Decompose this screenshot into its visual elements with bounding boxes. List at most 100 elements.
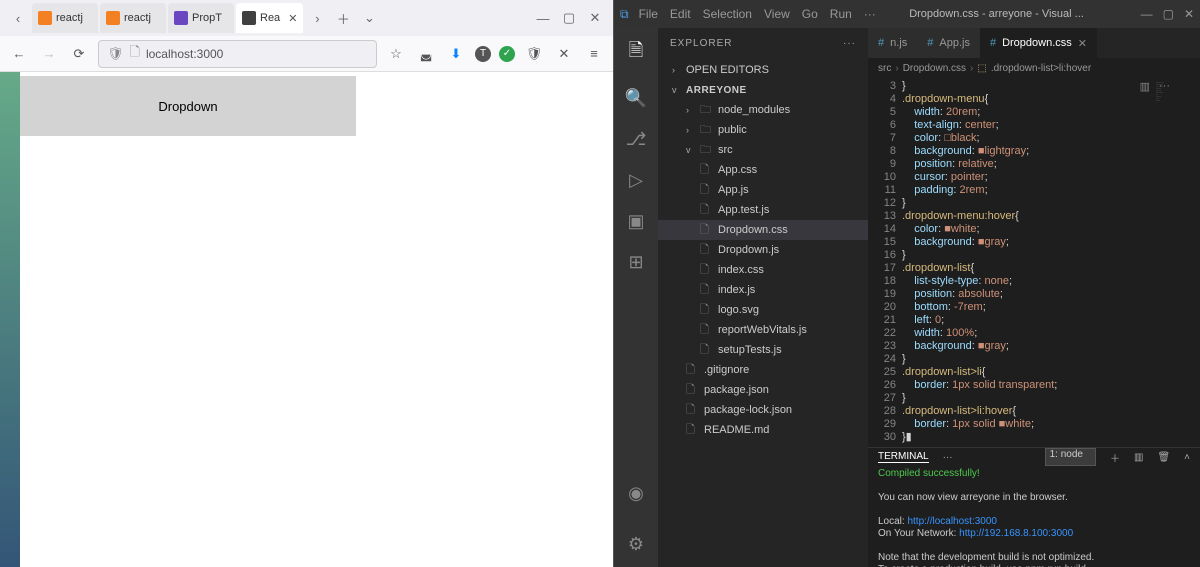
account-icon[interactable]: ◉ xyxy=(628,483,644,504)
menu-item[interactable]: ··· xyxy=(864,7,876,21)
new-tab-icon[interactable]: ＋ xyxy=(331,6,355,30)
terminal-output[interactable]: Compiled successfully! You can now view … xyxy=(868,466,1200,567)
menu-item[interactable]: View xyxy=(764,7,790,21)
window-title: Dropdown.css - arreyone - Visual ... xyxy=(909,8,1084,20)
reload-icon[interactable]: ⟳ xyxy=(68,43,90,65)
file-item[interactable]: 🗋setupTests.js xyxy=(658,340,868,360)
editor-column: #n.js#App.js#Dropdown.css✕ src› Dropdown… xyxy=(868,28,1200,567)
url-bar[interactable]: 🛡︎ 🗋 localhost:3000 xyxy=(98,40,377,68)
browser-toolbar: ← → ⟳ 🛡︎ 🗋 localhost:3000 ☆ ◛ ⬇ T ✓ 🛡 ✕ … xyxy=(0,36,613,72)
extension-icon[interactable]: 🛡 xyxy=(523,43,545,65)
folder-item[interactable]: v🗀src xyxy=(658,140,868,160)
pocket-icon[interactable]: ◛ xyxy=(415,43,437,65)
search-icon[interactable]: 🔍 xyxy=(625,88,647,109)
new-terminal-icon[interactable]: ＋ xyxy=(1110,450,1120,465)
browser-tab-active[interactable]: Rea ✕ xyxy=(236,3,303,33)
file-item[interactable]: 🗋App.test.js xyxy=(658,200,868,220)
editor-tab-strip: #n.js#App.js#Dropdown.css✕ xyxy=(868,28,1200,58)
menu-item[interactable]: Edit xyxy=(670,7,691,21)
code-content[interactable]: }.dropdown-menu{ width: 20rem; text-alig… xyxy=(902,78,1154,447)
tab-close-icon[interactable]: ✕ xyxy=(284,12,297,25)
vscode-menu-bar: File Edit Selection View Go Run ··· xyxy=(639,7,876,21)
folder-item[interactable]: ›🗀public xyxy=(658,120,868,140)
more-icon[interactable]: ··· xyxy=(943,452,953,463)
extension-icon[interactable]: T xyxy=(475,46,491,62)
explorer-icon[interactable]: 🗎 xyxy=(629,38,643,68)
file-item[interactable]: 🗋Dropdown.css xyxy=(658,220,868,240)
minimize-icon[interactable]: — xyxy=(1141,7,1153,21)
code-editor[interactable]: 3456789101112131415161718192021222324252… xyxy=(868,78,1200,447)
dropdown-demo-button[interactable]: Dropdown xyxy=(20,76,356,136)
minimap[interactable]: xxxx xxx xxxxxxx xx xxxx xxxxx xxx xx xx… xyxy=(1154,78,1200,447)
menu-item[interactable]: Go xyxy=(802,7,818,21)
folder-item[interactable]: ›🗀node_modules xyxy=(658,100,868,120)
gear-icon[interactable]: ⚙ xyxy=(628,534,644,555)
decorative-stripe xyxy=(0,72,20,567)
file-item[interactable]: 🗋App.css xyxy=(658,160,868,180)
nav-back-icon[interactable]: ← xyxy=(8,43,30,65)
extension-icon[interactable]: ✓ xyxy=(499,46,515,62)
split-editor-icon[interactable]: ▥ xyxy=(1140,80,1150,93)
tab-forward-icon[interactable]: › xyxy=(305,6,329,30)
tab-label: reactj xyxy=(124,12,151,24)
tab-label: Rea xyxy=(260,12,280,24)
browser-tab[interactable]: reactj xyxy=(32,3,98,33)
dropdown-label: Dropdown xyxy=(158,99,217,114)
source-control-icon[interactable]: ⎇ xyxy=(626,129,647,150)
file-item[interactable]: 🗋App.js xyxy=(658,180,868,200)
file-item[interactable]: 🗋logo.svg xyxy=(658,300,868,320)
editor-tab[interactable]: #App.js xyxy=(917,28,980,58)
menu-item[interactable]: File xyxy=(639,7,658,21)
file-item[interactable]: 🗋index.css xyxy=(658,260,868,280)
file-item[interactable]: 🗋reportWebVitals.js xyxy=(658,320,868,340)
tab-back-icon[interactable]: ‹ xyxy=(6,6,30,30)
terminal-tab[interactable]: TERMINAL xyxy=(878,451,929,463)
file-item[interactable]: 🗋package.json xyxy=(658,380,868,400)
close-tab-icon[interactable]: ✕ xyxy=(1078,37,1087,50)
file-item[interactable]: 🗋package-lock.json xyxy=(658,400,868,420)
maximize-icon[interactable]: ▢ xyxy=(1163,7,1174,21)
menu-item[interactable]: Run xyxy=(830,7,852,21)
favicon-icon xyxy=(174,11,188,25)
favicon-icon xyxy=(38,11,52,25)
extensions-icon[interactable]: ▣ xyxy=(627,211,644,232)
file-item[interactable]: 🗋.gitignore xyxy=(658,360,868,380)
open-editors-section[interactable]: ›OPEN EDITORS xyxy=(658,60,868,80)
file-item[interactable]: 🗋Dropdown.js xyxy=(658,240,868,260)
extension-icon[interactable]: ✕ xyxy=(553,43,575,65)
editor-tab[interactable]: #Dropdown.css✕ xyxy=(980,28,1097,58)
minimize-icon[interactable]: — xyxy=(531,6,555,30)
more-icon[interactable]: ··· xyxy=(843,38,856,49)
remote-icon[interactable]: ⊞ xyxy=(628,252,643,273)
tab-label: PropT xyxy=(192,12,222,24)
file-item[interactable]: 🗋index.js xyxy=(658,280,868,300)
tab-label: reactj xyxy=(56,12,83,24)
project-root[interactable]: vARREYONE xyxy=(658,80,868,100)
maximize-icon[interactable]: ▢ xyxy=(557,6,581,30)
favicon-icon xyxy=(106,11,120,25)
close-icon[interactable]: ✕ xyxy=(1184,7,1194,21)
nav-forward-icon[interactable]: → xyxy=(38,43,60,65)
debug-icon[interactable]: ▷ xyxy=(629,170,643,191)
tabs-dropdown-icon[interactable]: ⌄ xyxy=(357,6,381,30)
menu-item[interactable]: Selection xyxy=(703,7,752,21)
kill-terminal-icon[interactable]: 🗑 xyxy=(1157,452,1170,463)
explorer-sidebar: EXPLORER ··· ›OPEN EDITORS vARREYONE ›🗀n… xyxy=(658,28,868,567)
lock-icon: 🗋 xyxy=(130,43,140,65)
split-terminal-icon[interactable]: ▥ xyxy=(1134,452,1143,463)
explorer-header: EXPLORER ··· xyxy=(658,28,868,58)
file-item[interactable]: 🗋README.md xyxy=(658,420,868,440)
collapse-panel-icon[interactable]: ˄ xyxy=(1184,452,1190,463)
editor-tab[interactable]: #n.js xyxy=(868,28,917,58)
shell-select[interactable]: 1: node xyxy=(1045,448,1096,466)
browser-tab[interactable]: PropT xyxy=(168,3,234,33)
bookmark-icon[interactable]: ☆ xyxy=(385,43,407,65)
more-icon[interactable]: ··· xyxy=(1159,80,1170,92)
menu-icon[interactable]: ≡ xyxy=(583,43,605,65)
explorer-title: EXPLORER xyxy=(670,38,732,49)
browser-tab[interactable]: reactj xyxy=(100,3,166,33)
breadcrumbs[interactable]: src› Dropdown.css› ⬚ .dropdown-list>li:h… xyxy=(868,58,1200,78)
download-icon[interactable]: ⬇ xyxy=(445,43,467,65)
shield-icon: 🛡︎ xyxy=(107,46,124,62)
close-icon[interactable]: ✕ xyxy=(583,6,607,30)
